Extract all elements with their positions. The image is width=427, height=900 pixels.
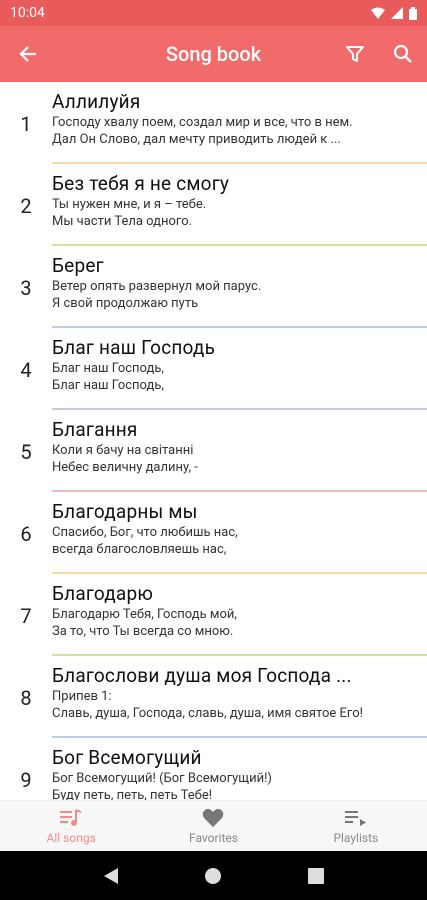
song-excerpt-line: Благ наш Господь, bbox=[52, 361, 164, 376]
signal-icon bbox=[391, 7, 403, 19]
song-title: Бог Всемогущий bbox=[52, 746, 202, 769]
nav-all-songs-label: All songs bbox=[46, 831, 96, 845]
song-number: 1 bbox=[20, 112, 32, 136]
song-excerpt-line: Ветер опять развернул мой парус. bbox=[52, 279, 262, 294]
song-item[interactable]: 5 Благання Коли я бачу на світанні Небес… bbox=[0, 410, 427, 492]
nav-favorites[interactable]: Favorites bbox=[142, 801, 284, 851]
song-title: Аллилуйя bbox=[52, 90, 141, 113]
system-navigation-bar bbox=[0, 851, 427, 900]
status-bar: 10:04 bbox=[0, 0, 427, 26]
song-number: 5 bbox=[20, 440, 32, 464]
song-title: Благодарны мы bbox=[52, 500, 198, 523]
song-number: 9 bbox=[20, 768, 32, 792]
playlist-icon bbox=[344, 811, 366, 826]
song-excerpt-line: Коли я бачу на світанні bbox=[52, 443, 194, 458]
bottom-nav: All songs Favorites Playlists bbox=[0, 800, 427, 851]
song-excerpt-line: Я свой продолжаю путь bbox=[52, 296, 199, 311]
status-time: 10:04 bbox=[10, 5, 45, 21]
song-excerpt-line: Небес величну далину, - bbox=[52, 460, 198, 475]
song-item[interactable]: 6 Благодарны мы Спасибо, Бог, что любишь… bbox=[0, 492, 427, 574]
song-item[interactable]: 3 Берег Ветер опять развернул мой парус.… bbox=[0, 246, 427, 328]
song-excerpt-line: Благ наш Господь, bbox=[52, 378, 164, 393]
page-title: Song book bbox=[165, 42, 262, 66]
song-number: 4 bbox=[20, 358, 32, 382]
song-excerpt-line: Ты нужен мне, и я – тебе. bbox=[52, 197, 207, 212]
song-item[interactable]: 9 Бог Всемогущий Бог Всемогущий! (Бог Вс… bbox=[0, 738, 427, 800]
song-excerpt-line: Дал Он Слово, дал мечту приводить людей … bbox=[52, 132, 341, 147]
system-home-icon[interactable] bbox=[204, 867, 222, 885]
song-item[interactable]: 7 Благодарю Благодарю Тебя, Господь мой,… bbox=[0, 574, 427, 656]
song-title: Берег bbox=[52, 254, 104, 277]
song-excerpt-line: Благодарю Тебя, Господь мой, bbox=[52, 607, 237, 622]
song-title: Благ наш Господь bbox=[52, 336, 216, 359]
song-list[interactable]: 1 Аллилуйя Господу хвалу поем, создал ми… bbox=[0, 82, 427, 800]
filter-icon bbox=[346, 46, 364, 62]
song-item[interactable]: 4 Благ наш Господь Благ наш Господь, Бла… bbox=[0, 328, 427, 410]
song-number: 8 bbox=[20, 686, 32, 710]
song-item[interactable]: 8 Благослови душа моя Господа ... Припев… bbox=[0, 656, 427, 738]
song-number: 6 bbox=[20, 522, 32, 546]
search-icon bbox=[393, 44, 412, 63]
song-item[interactable]: 2 Без тебя я не смогу Ты нужен мне, и я … bbox=[0, 164, 427, 246]
song-excerpt-line: Мы части Тела одного. bbox=[52, 214, 193, 229]
song-number: 2 bbox=[20, 194, 32, 218]
status-icons bbox=[371, 6, 417, 20]
song-title: Без тебя я не смогу bbox=[52, 172, 230, 195]
song-excerpt-line: Припев 1: bbox=[52, 689, 112, 704]
song-excerpt-line: Славь, душа, Господа, славь, душа, имя с… bbox=[52, 706, 364, 721]
song-excerpt-line: всегда благословляешь нас, bbox=[52, 542, 227, 557]
search-button[interactable] bbox=[379, 26, 427, 82]
song-excerpt-line: Спасибо, Бог, что любишь нас, bbox=[52, 525, 238, 540]
filter-button[interactable] bbox=[331, 26, 379, 82]
song-title: Благодарю bbox=[52, 582, 154, 605]
heart-icon bbox=[203, 808, 224, 827]
song-number: 3 bbox=[20, 276, 32, 300]
nav-all-songs[interactable]: All songs bbox=[0, 801, 142, 851]
nav-playlists[interactable]: Playlists bbox=[285, 801, 427, 851]
wifi-icon bbox=[371, 7, 385, 19]
song-excerpt-line: Бог Всемогущий! (Бог Всемогущий!) bbox=[52, 771, 272, 786]
app-bar: Song book bbox=[0, 26, 427, 82]
nav-playlists-label: Playlists bbox=[333, 831, 379, 845]
battery-icon bbox=[409, 6, 417, 20]
all-songs-icon bbox=[60, 809, 82, 826]
song-title: Благослови душа моя Господа ... bbox=[52, 664, 352, 687]
back-button[interactable] bbox=[0, 26, 56, 82]
song-excerpt-line: Господу хвалу поем, создал мир и все, чт… bbox=[52, 115, 353, 130]
song-number: 7 bbox=[20, 604, 32, 628]
back-arrow-icon bbox=[19, 46, 36, 62]
song-excerpt-line: За то, что Ты всегда со мною. bbox=[52, 624, 234, 639]
song-item[interactable]: 1 Аллилуйя Господу хвалу поем, создал ми… bbox=[0, 82, 427, 164]
song-excerpt-line: Буду петь, петь, петь Тебе! bbox=[52, 788, 213, 800]
nav-favorites-label: Favorites bbox=[189, 831, 238, 845]
system-recents-icon[interactable] bbox=[308, 867, 325, 884]
system-back-icon[interactable] bbox=[103, 867, 119, 885]
song-title: Благання bbox=[52, 418, 138, 441]
